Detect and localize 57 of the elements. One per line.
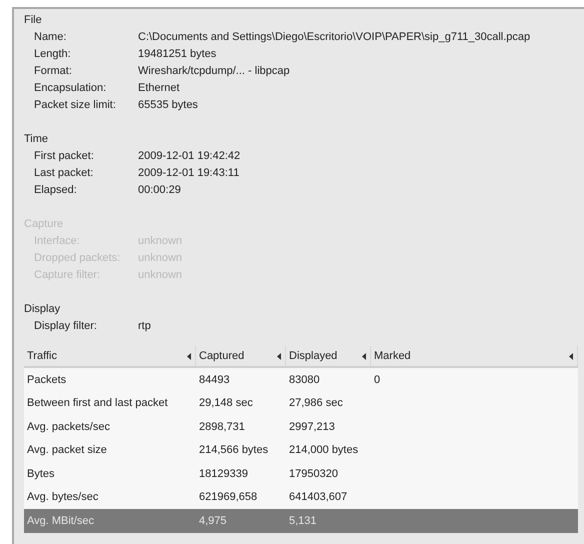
sort-arrow-icon <box>569 352 573 360</box>
table-cell: 4,975 <box>199 514 227 526</box>
field-label: Elapsed: <box>34 183 78 198</box>
table-cell: Avg. MBit/sec <box>27 514 94 526</box>
field-label: Last packet: <box>34 166 94 181</box>
field-value: 65535 bytes <box>138 98 198 113</box>
field-label: Name: <box>34 30 68 45</box>
table-row[interactable]: Avg. bytes/sec 621969,658 641403,607 <box>24 486 578 509</box>
table-cell: 621969,658 <box>199 491 258 503</box>
table-cell: Packets <box>27 374 66 386</box>
column-header[interactable]: Traffic <box>24 346 196 366</box>
sort-arrow-icon <box>187 352 191 360</box>
field-value: rtp <box>138 319 151 334</box>
table-cell: 18129339 <box>199 468 248 480</box>
table-cell: 0 <box>374 374 380 386</box>
field-value: Ethernet <box>138 81 180 96</box>
table-cell: Between first and last packet <box>27 397 168 409</box>
table-cell: Avg. packets/sec <box>27 420 110 432</box>
section-heading: Display <box>24 302 62 317</box>
table-row[interactable]: Between first and last packet 29,148 sec 27,986 sec <box>24 392 578 415</box>
table-cell: 5,131 <box>289 514 317 526</box>
field-value: Wireshark/tcpdump/... - libpcap <box>138 64 290 79</box>
table-cell: 17950320 <box>289 468 338 480</box>
table-cell: Avg. bytes/sec <box>27 491 98 503</box>
field-label: Format: <box>34 64 73 79</box>
field-value: 19481251 bytes <box>138 47 216 62</box>
table-row[interactable]: Packets 84493 83080 0 <box>24 368 578 392</box>
table-row[interactable]: Avg. packet size 214,566 bytes 214,000 bytes <box>24 438 578 462</box>
table-row[interactable]: Bytes 18129339 17950320 <box>24 462 578 486</box>
table-cell: 641403,607 <box>289 491 348 503</box>
sort-arrow-icon <box>277 352 281 360</box>
field-label: Length: <box>34 47 72 62</box>
table-cell: Bytes <box>27 468 55 480</box>
section-heading: File <box>24 13 43 28</box>
sort-arrow-icon <box>362 352 366 360</box>
table-cell: 214,000 bytes <box>289 444 358 456</box>
column-header[interactable]: Marked <box>371 346 578 366</box>
table-cell: 2997,213 <box>289 420 335 432</box>
field-label: Display filter: <box>34 319 98 334</box>
field-value: 00:00:29 <box>138 183 181 198</box>
column-header[interactable]: Displayed <box>286 346 371 366</box>
section-heading: Time <box>24 132 50 147</box>
field-value: C:\Documents and Settings\Diego\Escritorio\VOIP\PAPER\sip_g711_30call.pcap <box>138 30 530 45</box>
table-row[interactable]: Avg. packets/sec 2898,731 2997,213 <box>24 415 578 438</box>
table-cell: 84493 <box>199 374 230 386</box>
table-cell: 214,566 bytes <box>199 444 268 456</box>
table-cell: Avg. packet size <box>27 444 107 456</box>
table-cell: 2898,731 <box>199 420 245 432</box>
field-label: Packet size limit: <box>34 98 117 113</box>
field-label: Encapsulation: <box>34 81 108 96</box>
table-cell: 27,986 sec <box>289 397 343 409</box>
table-cell: 29,148 sec <box>199 397 253 409</box>
table-cell: 83080 <box>289 374 320 386</box>
field-value: 2009-12-01 19:42:42 <box>138 149 240 164</box>
field-label: First packet: <box>34 149 95 164</box>
field-value: 2009-12-01 19:43:11 <box>138 166 240 181</box>
column-header[interactable]: Captured <box>196 346 286 366</box>
